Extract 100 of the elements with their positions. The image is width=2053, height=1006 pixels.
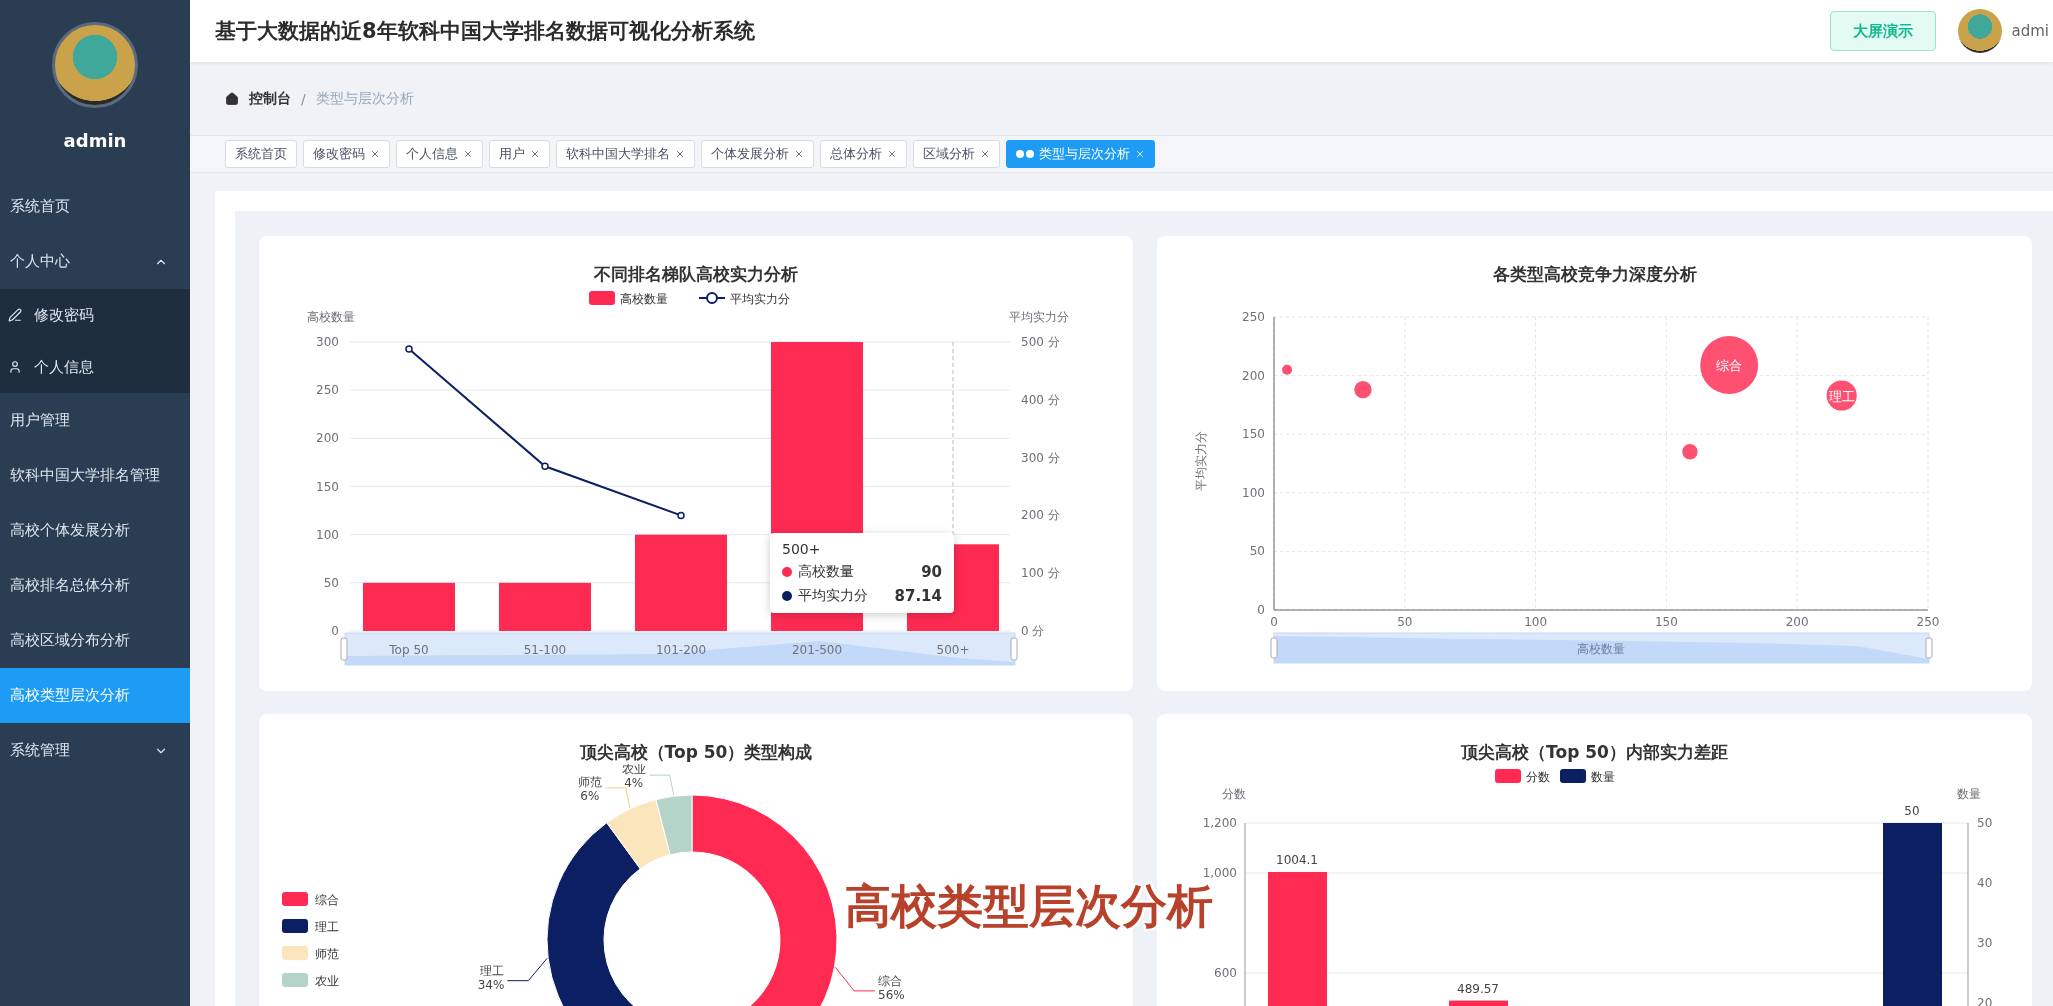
axis-title: 分数 [1222,787,1246,801]
sidebar-item[interactable]: 高校区域分布分析 [0,613,190,668]
tab[interactable]: 区域分析 [913,140,1000,168]
sidebar-item[interactable]: 高校个体发展分析 [0,503,190,558]
legend-label[interactable]: 师范 [315,947,339,961]
slice-value: 6% [580,788,600,803]
slice-value: 56% [878,987,905,1002]
axis-tick-label: 0 [1270,615,1278,629]
legend-label[interactable]: 分数 [1526,770,1550,784]
axis-tick-label: 300 [316,335,339,349]
axis-tick-label: 0 分 [1021,624,1045,638]
breadcrumb-separator: / [301,90,306,107]
axis-title: 平均实力分 [1009,310,1069,324]
axis-title: 高校数量 [1577,642,1625,656]
bubble-label: 理工 [1828,388,1855,404]
sidebar-item[interactable]: 系统管理 [0,723,190,778]
axis-title: 数量 [1957,787,1981,801]
slice-value: 4% [624,776,644,791]
axis-tick-label: 100 [1524,615,1548,629]
chart-title: 各类型高校竞争力深度分析 [1492,263,1697,286]
chart-title: 顶尖高校（Top 50）类型构成 [579,741,813,764]
axis-tick-label: 201-500 [791,643,843,657]
axis-tick-label: 1,200 [1202,816,1237,830]
axis-tick-label: 200 分 [1021,508,1060,523]
tooltip-label: 高校数量 [798,563,854,581]
tab[interactable]: 软科中国大学排名 [556,140,695,168]
axis-tick-label: 250 [316,383,339,398]
tab[interactable]: 修改密码 [303,140,390,168]
axis-tick-label: 150 [316,479,339,494]
axis-tick-label: 100 [1242,485,1265,500]
axis-tick-label: 40 [1977,876,1993,890]
breadcrumb-link[interactable]: 控制台 [249,89,291,108]
subitem-label: 个人信息 [34,357,94,377]
chart-title: 不同排名梯队高校实力分析 [594,263,798,286]
axis-tick-label: 500 分 [1021,335,1060,349]
axis-tick-label: 200 [316,431,339,446]
legend-label[interactable]: 平均实力分 [730,292,790,306]
tooltip-value: 87.14 [894,587,942,605]
legend-label[interactable]: 综合 [315,893,339,907]
sidebar-subitem[interactable]: 个人信息 [0,341,190,393]
username[interactable]: admi [2011,22,2049,40]
page-title: 基于大数据的近8年软科中国大学排名数据可视化分析系统 [215,18,755,45]
axis-tick-label: 400 分 [1021,392,1060,407]
axis-tick-label: 0 [331,624,339,638]
tab[interactable]: 个体发展分析 [701,140,814,168]
axis-tick-label: 50 [1977,816,1993,830]
legend-label[interactable]: 农业 [315,974,339,988]
axis-title: 平均实力分 [1194,431,1208,491]
point [405,345,413,353]
slice-label: 师范 [577,774,602,789]
subitem-label: 修改密码 [34,305,94,325]
axis-tick-label: 250 [1916,615,1940,629]
sidebar-username: admin [63,130,127,151]
slice-value: 34% [477,977,505,992]
axis-tick-label: 50 [1249,544,1265,559]
axis-tick-label: 51-100 [523,643,567,657]
axis-tick-label: 0 [1257,603,1265,617]
data-label: 50 [1904,804,1920,818]
tooltip-label: 平均实力分 [798,587,868,605]
slice-label: 理工 [480,963,505,978]
axis-tick-label: 100 [316,527,339,542]
sidebar-item[interactable]: 个人中心 [0,234,190,289]
axis-tick-label: Top 50 [389,643,429,657]
slice-label: 农业 [621,764,646,777]
point [541,462,549,471]
axis-tick-label: 1,000 [1202,866,1237,880]
legend-label[interactable]: 理工 [315,920,339,934]
axis-tick-label: 50 [1397,615,1413,629]
axis-tick-label: 200 [1242,368,1265,383]
axis-tick-label: 30 [1977,936,1993,950]
bubble-label: 综合 [1716,358,1743,374]
axis-tick-label: 50 [323,575,339,590]
legend-label[interactable]: 高校数量 [620,292,668,306]
axis-title: 高校数量 [307,310,355,324]
chart-title: 顶尖高校（Top 50）内部实力差距 [1461,741,1728,764]
axis-tick-label: 101-200 [655,643,707,657]
tab[interactable]: 个人信息 [396,140,483,168]
axis-tick-label: 600 [1214,966,1237,980]
tab[interactable]: 用户 [489,140,550,168]
data-label: 489.57 [1457,981,1499,996]
axis-tick-label: 250 [1242,310,1265,324]
sidebar-item[interactable]: 软科中国大学排名管理 [0,448,190,503]
axis-tick-label: 500+ [936,643,970,657]
point [677,511,685,520]
tab[interactable]: 系统首页 [225,140,297,168]
axis-tick-label: 100 分 [1021,566,1060,581]
tab[interactable]: 总体分析 [820,140,907,168]
overlay-caption: 高校类型层次分析 [845,878,1213,935]
sidebar-item[interactable]: 系统首页 [0,179,190,234]
sidebar-item[interactable]: 高校排名总体分析 [0,558,190,613]
axis-tick-label: 150 [1242,427,1265,442]
tooltip-value: 90 [921,563,942,581]
data-label: 1004.1 [1276,852,1318,867]
legend-label[interactable]: 数量 [1591,770,1615,784]
axis-tick-label: 200 [1785,615,1809,629]
axis-tick-label: 150 [1654,615,1678,629]
sidebar-item[interactable]: 用户管理 [0,393,190,448]
sidebar-subitem[interactable]: 修改密码 [0,289,190,341]
breadcrumb-current: 类型与层次分析 [315,89,414,108]
axis-tick-label: 300 分 [1021,450,1060,465]
